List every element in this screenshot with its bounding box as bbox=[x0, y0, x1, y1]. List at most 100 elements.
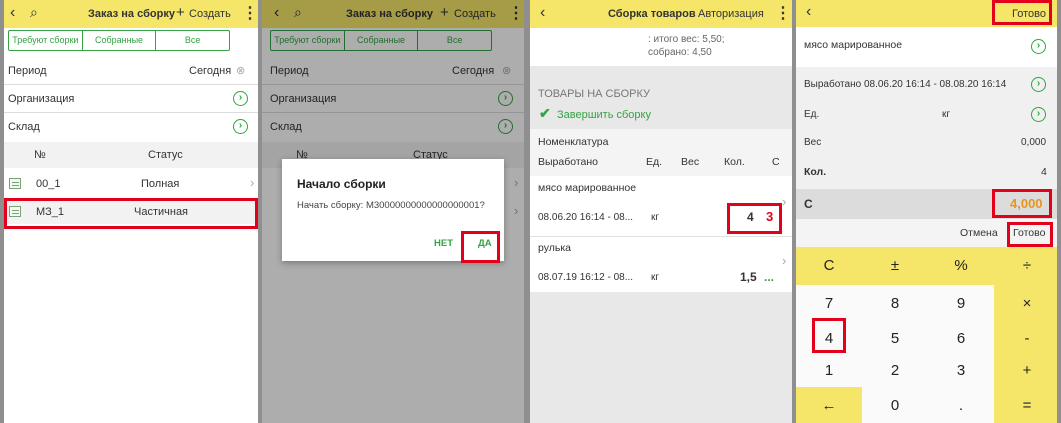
row-num: МЗ_1 bbox=[36, 206, 65, 218]
select-product-icon[interactable]: › bbox=[1031, 39, 1046, 54]
back-button[interactable]: ‹ bbox=[540, 4, 545, 22]
confirm-dialog: Начало сборки Начать сборку: М3000000000… bbox=[282, 159, 504, 261]
no-button[interactable]: НЕТ bbox=[434, 238, 453, 249]
item-date: 08.06.20 16:14 - 08... bbox=[538, 212, 634, 223]
select-produced-icon[interactable]: › bbox=[1031, 77, 1046, 92]
chevron-right-icon: › bbox=[782, 194, 787, 209]
item-qty: 1,5 bbox=[740, 270, 757, 284]
search-icon[interactable]: ⌕ bbox=[30, 4, 38, 21]
document-icon bbox=[9, 178, 21, 189]
back-button[interactable]: ‹ bbox=[806, 3, 811, 21]
key-1[interactable]: 1 bbox=[796, 352, 862, 390]
plus-icon[interactable]: + bbox=[176, 4, 185, 21]
col-status: Статус bbox=[148, 149, 183, 161]
col-c: С bbox=[772, 156, 780, 168]
tab-need-assembly[interactable]: Требуют сборки bbox=[9, 31, 83, 50]
key-add[interactable]: + bbox=[994, 352, 1057, 390]
key-backspace[interactable]: ← bbox=[796, 387, 862, 423]
key-clear[interactable]: C bbox=[796, 247, 862, 285]
done-top-button[interactable]: Готово bbox=[1012, 8, 1046, 20]
col-unit: Ед. bbox=[646, 156, 663, 168]
more-icon[interactable]: ⋮ bbox=[242, 3, 258, 23]
item-unit: кг bbox=[651, 272, 660, 283]
top-bar: ‹ ⌕ Заказ на сборку + Создать ⋮ bbox=[4, 0, 258, 28]
table-row[interactable]: 00_1 Полная › bbox=[4, 172, 258, 196]
list-item[interactable]: мясо марированное 08.06.20 16:14 - 08...… bbox=[530, 176, 792, 236]
select-unit-icon[interactable]: › bbox=[1031, 107, 1046, 122]
qty-label: Кол. bbox=[804, 166, 827, 178]
item-collected: ... bbox=[764, 270, 775, 284]
unit-label: Ед. bbox=[804, 109, 820, 120]
done-button[interactable]: Готово bbox=[1013, 227, 1045, 239]
produced-value: Выработано 08.06.20 16:14 - 08.08.20 16:… bbox=[804, 79, 1007, 90]
c-value: 4,000 bbox=[1010, 196, 1043, 211]
col-weight: Вес bbox=[681, 156, 700, 168]
clear-icon[interactable]: ⊗ bbox=[236, 64, 245, 77]
auth-button[interactable]: Авторизация bbox=[698, 8, 764, 20]
cancel-button[interactable]: Отмена bbox=[960, 227, 998, 239]
weight-summary: : итого вес: 5,50; собрано: 4,50 bbox=[530, 28, 792, 66]
weight-collected: собрано: 4,50 bbox=[648, 47, 712, 58]
screen-start-dialog: ‹ ⌕ Заказ на сборку + Создать ⋮ Требуют … bbox=[262, 0, 524, 423]
key-7[interactable]: 7 bbox=[796, 285, 862, 323]
col-produced: Выработано bbox=[538, 156, 599, 168]
table-header: № Статус bbox=[4, 142, 258, 168]
qty-value: 4 bbox=[1041, 166, 1047, 178]
select-org-icon[interactable]: › bbox=[233, 91, 248, 106]
key-3[interactable]: 3 bbox=[928, 352, 994, 390]
calc-actions: Отмена Готово bbox=[796, 219, 1057, 247]
screen-assembly: ‹ Сборка товаров Авторизация ⋮ : итого в… bbox=[530, 0, 792, 423]
key-percent[interactable]: % bbox=[928, 247, 994, 285]
filter-tabs: Требуют сборки Собранные Все bbox=[8, 30, 230, 51]
period-value[interactable]: Сегодня bbox=[189, 65, 231, 77]
row-num: 00_1 bbox=[36, 178, 61, 190]
stock-label: Склад bbox=[8, 121, 40, 133]
row-status: Полная bbox=[141, 178, 180, 190]
divider bbox=[4, 84, 258, 85]
period-label: Период bbox=[8, 65, 47, 77]
top-bar: ‹ Готово bbox=[796, 0, 1057, 27]
create-button[interactable]: Создать bbox=[189, 8, 231, 20]
key-0[interactable]: 0 bbox=[862, 387, 928, 423]
item-qty: 4 bbox=[747, 210, 754, 224]
table-header: Номенклатура Выработано Ед. Вес Кол. С bbox=[530, 129, 792, 176]
key-2[interactable]: 2 bbox=[862, 352, 928, 390]
item-name: мясо марированное bbox=[538, 182, 637, 194]
back-button[interactable]: ‹ bbox=[10, 4, 15, 22]
col-num: № bbox=[34, 149, 46, 161]
top-bar: ‹ Сборка товаров Авторизация ⋮ bbox=[530, 0, 792, 28]
weight-label: Вес bbox=[804, 137, 822, 148]
list-item[interactable]: рулька 08.07.19 16:12 - 08... кг 1,5 ...… bbox=[530, 236, 792, 292]
tab-assembled[interactable]: Собранные bbox=[83, 31, 157, 50]
unit-value: кг bbox=[942, 109, 951, 120]
product-row: мясо марированное › bbox=[796, 27, 1057, 67]
key-8[interactable]: 8 bbox=[862, 285, 928, 323]
key-dot[interactable]: . bbox=[928, 387, 994, 423]
more-icon[interactable]: ⋮ bbox=[775, 3, 791, 23]
col-nomenclature: Номенклатура bbox=[538, 136, 609, 148]
section-title: ТОВАРЫ НА СБОРКУ bbox=[538, 88, 651, 100]
check-icon: ✔ bbox=[539, 105, 551, 121]
item-name: рулька bbox=[538, 242, 572, 254]
screen-calculator: ‹ Готово мясо марированное › Выработано … bbox=[796, 0, 1057, 423]
tab-all[interactable]: Все bbox=[156, 31, 229, 50]
c-row[interactable]: С 4,000 bbox=[796, 189, 1057, 219]
weight-value: 0,000 bbox=[1021, 137, 1047, 148]
key-equals[interactable]: = bbox=[994, 387, 1057, 423]
key-multiply[interactable]: × bbox=[994, 285, 1057, 323]
key-divide[interactable]: ÷ bbox=[994, 247, 1057, 285]
dialog-text: Начать сборку: М30000000000000000001? bbox=[297, 200, 485, 211]
page-title: Сборка товаров bbox=[608, 8, 696, 20]
produced-row: Выработано 08.06.20 16:14 - 08.08.20 16:… bbox=[796, 67, 1057, 101]
unit-row: Ед. кг › bbox=[796, 101, 1057, 129]
table-row[interactable]: МЗ_1 Частичная bbox=[4, 200, 258, 224]
select-stock-icon[interactable]: › bbox=[233, 119, 248, 134]
page-title: Заказ на сборку bbox=[88, 8, 175, 20]
screen-order-list: ‹ ⌕ Заказ на сборку + Создать ⋮ Требуют … bbox=[4, 0, 258, 423]
item-unit: кг bbox=[651, 212, 660, 223]
item-collected: 3 bbox=[766, 209, 774, 224]
key-9[interactable]: 9 bbox=[928, 285, 994, 323]
yes-button[interactable]: ДА bbox=[478, 238, 492, 249]
key-plus-minus[interactable]: ± bbox=[862, 247, 928, 285]
finish-button[interactable]: Завершить сборку bbox=[557, 109, 651, 121]
